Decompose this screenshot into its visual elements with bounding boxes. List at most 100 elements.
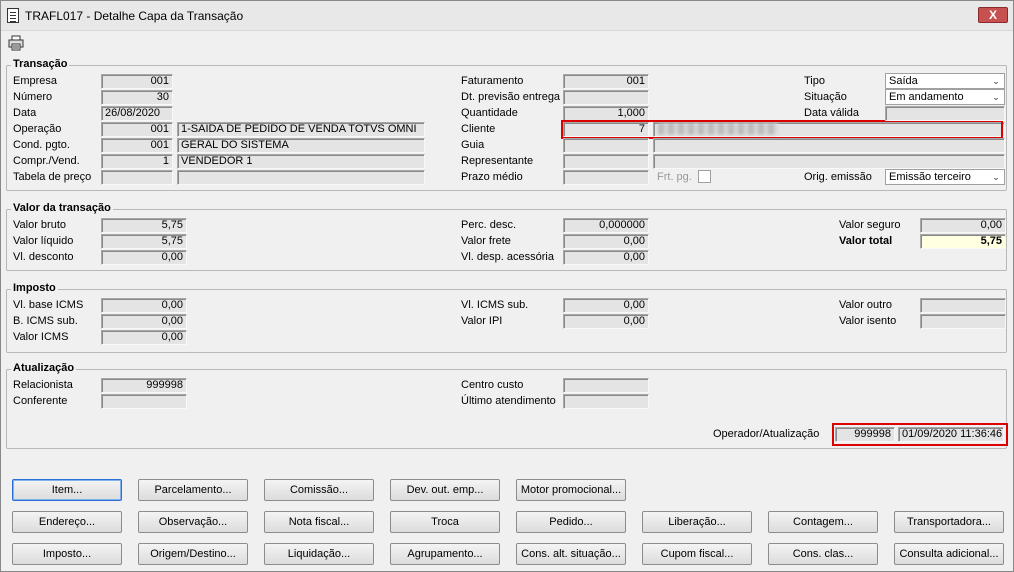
compr-vend-code-field[interactable]: 1 bbox=[101, 154, 173, 169]
conferente-label: Conferente bbox=[13, 395, 68, 407]
contagem-button[interactable]: Contagem... bbox=[768, 511, 878, 533]
dev-out-emp-button[interactable]: Dev. out. emp... bbox=[390, 479, 500, 501]
tipo-value: Saída bbox=[889, 75, 918, 87]
compr-vend-desc-field: VENDEDOR 1 bbox=[177, 154, 425, 169]
empresa-field[interactable]: 001 bbox=[101, 74, 173, 89]
valor-bruto-label: Valor bruto bbox=[13, 219, 66, 231]
liquidacao-button[interactable]: Liquidação... bbox=[264, 543, 374, 565]
cons-alt-situacao-button[interactable]: Cons. alt. situação... bbox=[516, 543, 626, 565]
orig-emissao-label: Orig. emissão bbox=[804, 171, 872, 183]
relacionista-field[interactable]: 999998 bbox=[101, 378, 187, 393]
cons-clas-button[interactable]: Cons. clas... bbox=[768, 543, 878, 565]
centro-custo-field[interactable] bbox=[563, 378, 649, 393]
tipo-select[interactable]: Saída ⌄ bbox=[885, 73, 1005, 89]
guia-field[interactable] bbox=[563, 138, 649, 153]
numero-field[interactable]: 30 bbox=[101, 90, 173, 105]
data-label: Data bbox=[13, 107, 37, 119]
orig-emissao-select[interactable]: Emissão terceiro ⌄ bbox=[885, 169, 1005, 185]
compr-vend-label: Compr./Vend. bbox=[13, 155, 80, 167]
chevron-down-icon[interactable]: ⌄ bbox=[990, 171, 1002, 183]
title-bar: TRAFL017 - Detalhe Capa da Transação X bbox=[1, 1, 1013, 31]
main-window: TRAFL017 - Detalhe Capa da Transação X T… bbox=[0, 0, 1014, 572]
situacao-label: Situação bbox=[804, 91, 847, 103]
operacao-code-field[interactable]: 001 bbox=[101, 122, 173, 137]
vl-desp-label: Vl. desp. acessória bbox=[461, 251, 554, 263]
tipo-label: Tipo bbox=[804, 75, 825, 87]
data-field[interactable]: 26/08/2020 bbox=[101, 106, 173, 121]
guia-label: Guia bbox=[461, 139, 485, 151]
numero-label: Número bbox=[13, 91, 53, 103]
chevron-down-icon[interactable]: ⌄ bbox=[990, 75, 1002, 87]
atualizacao-title: Atualização bbox=[11, 362, 77, 374]
operacao-label: Operação bbox=[13, 123, 62, 135]
operador-highlight bbox=[832, 423, 1008, 446]
vl-icms-sub-label: Vl. ICMS sub. bbox=[461, 299, 529, 311]
perc-desc-label: Perc. desc. bbox=[461, 219, 517, 231]
valor-bruto-field[interactable]: 5,75 bbox=[101, 218, 187, 233]
close-button[interactable]: X bbox=[978, 7, 1008, 23]
conferente-field[interactable] bbox=[101, 394, 187, 409]
liberacao-button[interactable]: Liberação... bbox=[642, 511, 752, 533]
comissao-button[interactable]: Comissão... bbox=[264, 479, 374, 501]
prazo-medio-field[interactable] bbox=[563, 170, 649, 185]
vl-desconto-field[interactable]: 0,00 bbox=[101, 250, 187, 265]
tabela-preco-label: Tabela de preço bbox=[13, 171, 92, 183]
valor-isento-label: Valor isento bbox=[839, 315, 897, 327]
window-title: TRAFL017 - Detalhe Capa da Transação bbox=[25, 9, 244, 23]
ultimo-atendimento-field[interactable] bbox=[563, 394, 649, 409]
valor-outro-field[interactable] bbox=[920, 298, 1006, 313]
imposto-button[interactable]: Imposto... bbox=[12, 543, 122, 565]
valor-seguro-label: Valor seguro bbox=[839, 219, 901, 231]
chevron-down-icon[interactable]: ⌄ bbox=[990, 91, 1002, 103]
valor-liquido-field[interactable]: 5,75 bbox=[101, 234, 187, 249]
representante-field[interactable] bbox=[563, 154, 649, 169]
observacao-button[interactable]: Observação... bbox=[138, 511, 248, 533]
valor-ipi-field[interactable]: 0,00 bbox=[563, 314, 649, 329]
imposto-title: Imposto bbox=[11, 282, 58, 294]
agrupamento-button[interactable]: Agrupamento... bbox=[390, 543, 500, 565]
prazo-medio-label: Prazo médio bbox=[461, 171, 523, 183]
item-button[interactable]: Item... bbox=[12, 479, 122, 501]
troca-button[interactable]: Troca bbox=[390, 511, 500, 533]
valor-isento-field[interactable] bbox=[920, 314, 1006, 329]
transportadora-button[interactable]: Transportadora... bbox=[894, 511, 1004, 533]
motor-promocional-button[interactable]: Motor promocional... bbox=[516, 479, 626, 501]
data-valida-field[interactable] bbox=[885, 106, 1005, 121]
orig-emissao-value: Emissão terceiro bbox=[889, 171, 971, 183]
faturamento-field[interactable]: 001 bbox=[563, 74, 649, 89]
vl-icms-sub-field[interactable]: 0,00 bbox=[563, 298, 649, 313]
nota-fiscal-button[interactable]: Nota fiscal... bbox=[264, 511, 374, 533]
parcelamento-button[interactable]: Parcelamento... bbox=[138, 479, 248, 501]
centro-custo-label: Centro custo bbox=[461, 379, 524, 391]
cond-pgto-desc-field: GERAL DO SISTEMA bbox=[177, 138, 425, 153]
b-icms-sub-field[interactable]: 0,00 bbox=[101, 314, 187, 329]
situacao-value: Em andamento bbox=[889, 91, 964, 103]
valor-icms-field[interactable]: 0,00 bbox=[101, 330, 187, 345]
endereco-button[interactable]: Endereço... bbox=[12, 511, 122, 533]
document-icon bbox=[7, 8, 19, 23]
valor-title: Valor da transação bbox=[11, 202, 113, 214]
frt-pg-checkbox[interactable] bbox=[698, 170, 711, 183]
valor-ipi-label: Valor IPI bbox=[461, 315, 503, 327]
cupom-fiscal-button[interactable]: Cupom fiscal... bbox=[642, 543, 752, 565]
valor-seguro-field[interactable]: 0,00 bbox=[920, 218, 1006, 233]
quantidade-field[interactable]: 1,000 bbox=[563, 106, 649, 121]
valor-liquido-label: Valor líquido bbox=[13, 235, 74, 247]
situacao-select[interactable]: Em andamento ⌄ bbox=[885, 89, 1005, 105]
vl-base-icms-field[interactable]: 0,00 bbox=[101, 298, 187, 313]
dt-previsao-field[interactable] bbox=[563, 90, 649, 105]
tabela-preco-field[interactable] bbox=[101, 170, 173, 185]
consulta-adicional-button[interactable]: Consulta adicional... bbox=[894, 543, 1004, 565]
origem-destino-button[interactable]: Origem/Destino... bbox=[138, 543, 248, 565]
relacionista-label: Relacionista bbox=[13, 379, 73, 391]
vl-desp-field[interactable]: 0,00 bbox=[563, 250, 649, 265]
printer-icon[interactable] bbox=[8, 35, 24, 51]
vl-base-icms-label: Vl. base ICMS bbox=[13, 299, 84, 311]
perc-desc-field[interactable]: 0,000000 bbox=[563, 218, 649, 233]
valor-frete-field[interactable]: 0,00 bbox=[563, 234, 649, 249]
frt-pg-label: Frt. pg. bbox=[657, 171, 692, 183]
cliente-highlight bbox=[561, 120, 1003, 139]
cond-pgto-code-field[interactable]: 001 bbox=[101, 138, 173, 153]
faturamento-label: Faturamento bbox=[461, 75, 524, 87]
pedido-button[interactable]: Pedido... bbox=[516, 511, 626, 533]
